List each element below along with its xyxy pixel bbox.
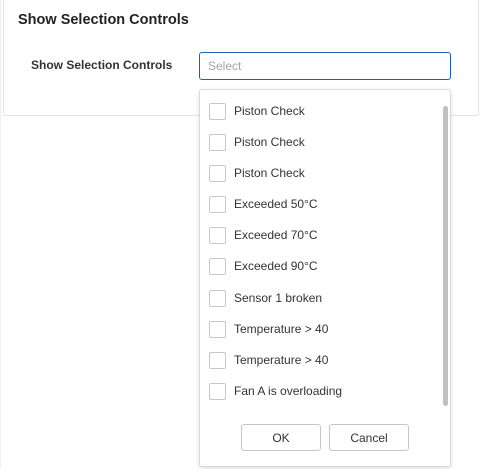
field-label: Show Selection Controls (31, 58, 173, 72)
option-item[interactable]: Temperature > 40 (209, 350, 328, 370)
option-checkbox[interactable] (209, 133, 226, 151)
option-checkbox[interactable] (209, 289, 226, 307)
option-checkbox[interactable] (209, 102, 226, 120)
left-divider (0, 0, 1, 469)
option-checkbox[interactable] (209, 320, 226, 338)
option-checkbox[interactable] (209, 226, 226, 244)
select-input[interactable] (199, 52, 451, 80)
option-checkbox[interactable] (209, 164, 226, 182)
page: Show Selection Controls Show Selection C… (0, 0, 484, 469)
card-title: Show Selection Controls (18, 12, 189, 28)
option-checkbox[interactable] (209, 382, 226, 400)
scrollbar-track[interactable] (443, 106, 448, 406)
option-item[interactable]: Piston Check (209, 101, 305, 121)
option-checkbox[interactable] (209, 351, 226, 369)
option-item[interactable]: Exceeded 50°C (209, 194, 318, 214)
option-label: Piston Check (234, 104, 305, 118)
dropdown-popup: Piston Check Piston Check Piston Check E… (199, 89, 451, 467)
option-label: Temperature > 40 (234, 353, 329, 367)
option-label: Fan A is overloading (234, 384, 343, 398)
option-item[interactable]: Piston Check (209, 163, 305, 183)
option-list: Piston Check Piston Check Piston Check E… (200, 92, 442, 412)
option-item[interactable]: Piston Check (209, 132, 305, 152)
option-checkbox[interactable] (209, 257, 226, 275)
option-item[interactable]: Fan A is overloading (209, 381, 342, 401)
option-label: Temperature > 40 (234, 322, 329, 336)
option-item[interactable]: Temperature > 40 (209, 319, 328, 339)
scrollbar-thumb[interactable] (443, 106, 448, 406)
option-checkbox[interactable] (209, 195, 226, 213)
ok-button[interactable]: OK (241, 424, 321, 451)
option-label: Exceeded 50°C (234, 197, 318, 211)
option-label: Piston Check (234, 135, 305, 149)
option-label: Sensor 1 broken (234, 291, 323, 305)
option-item[interactable]: Exceeded 90°C (209, 256, 318, 276)
option-item[interactable]: Sensor 1 broken (209, 288, 322, 308)
option-item[interactable]: Exceeded 70°C (209, 225, 318, 245)
cancel-button[interactable]: Cancel (329, 424, 409, 451)
option-label: Piston Check (234, 166, 305, 180)
option-label: Exceeded 90°C (234, 259, 318, 273)
option-label: Exceeded 70°C (234, 228, 318, 242)
